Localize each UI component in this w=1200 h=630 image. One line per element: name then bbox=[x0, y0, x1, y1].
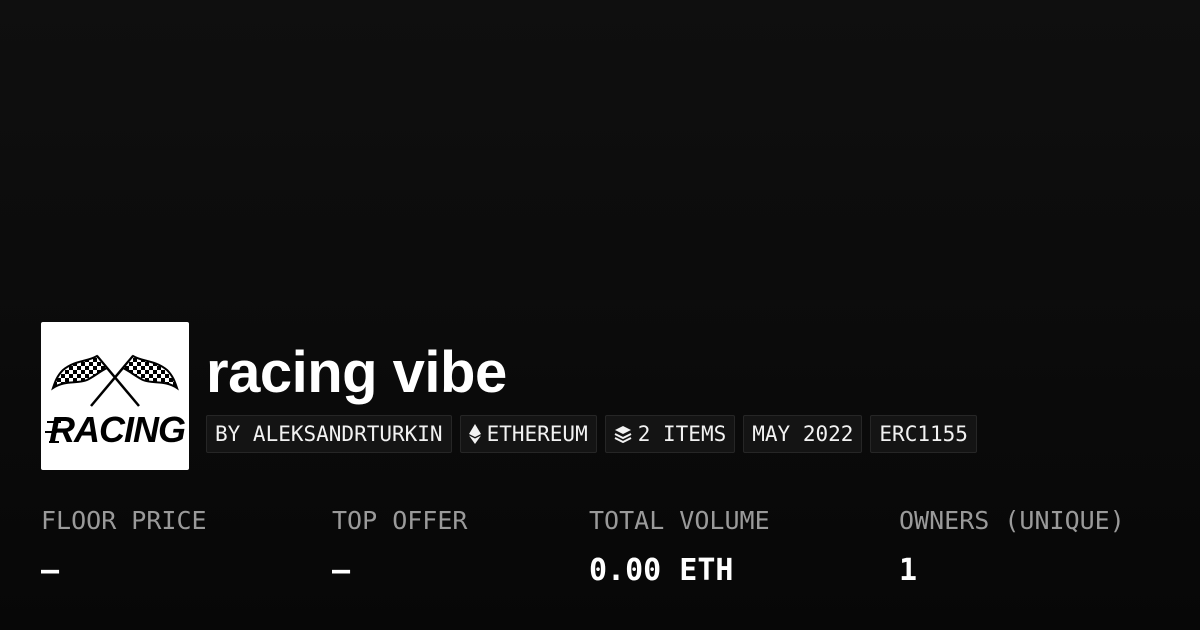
logo-text: RACING bbox=[49, 409, 185, 450]
stat-owners: OWNERS (UNIQUE) 1 bbox=[899, 503, 1125, 591]
tag-creator-label: BY ALEKSANDRTURKIN bbox=[215, 422, 443, 446]
collection-stats: FLOOR PRICE – TOP OFFER – TOTAL VOLUME 0… bbox=[0, 503, 1200, 613]
stat-total-volume: TOTAL VOLUME 0.00 ETH bbox=[589, 503, 770, 591]
tag-items[interactable]: 2 ITEMS bbox=[604, 415, 736, 453]
stat-value: – bbox=[332, 553, 351, 588]
stat-label: TOTAL VOLUME bbox=[589, 506, 770, 535]
racing-checkered-flags-logo: RACING bbox=[45, 354, 186, 450]
stat-value: 0.00 ETH bbox=[589, 553, 734, 588]
tag-date-label: MAY 2022 bbox=[752, 422, 854, 446]
layers-icon bbox=[614, 425, 632, 443]
tag-chain-label: ETHEREUM bbox=[486, 422, 588, 446]
stat-top-offer: TOP OFFER – bbox=[332, 503, 467, 591]
collection-title: racing vibe bbox=[206, 340, 507, 405]
tag-standard-label: ERC1155 bbox=[879, 422, 968, 446]
stat-value: – bbox=[41, 553, 60, 588]
stat-label: FLOOR PRICE bbox=[41, 506, 207, 535]
stat-floor-price: FLOOR PRICE – bbox=[41, 503, 207, 591]
tag-creator[interactable]: BY ALEKSANDRTURKIN bbox=[206, 415, 452, 453]
tag-date[interactable]: MAY 2022 bbox=[743, 415, 863, 453]
ethereum-icon bbox=[468, 424, 481, 444]
collection-logo: RACING bbox=[41, 322, 189, 470]
tag-items-label: 2 ITEMS bbox=[637, 422, 727, 446]
tag-standard[interactable]: ERC1155 bbox=[870, 415, 977, 453]
stat-label: OWNERS (UNIQUE) bbox=[899, 506, 1125, 535]
tag-chain[interactable]: ETHEREUM bbox=[459, 415, 597, 453]
collection-tags: BY ALEKSANDRTURKIN ETHEREUM 2 ITEMS MAY … bbox=[206, 415, 977, 453]
collection-share-card: RACING racing vibe BY ALEKSANDRTURKIN ET… bbox=[0, 0, 1200, 630]
stat-label: TOP OFFER bbox=[332, 506, 468, 535]
stat-value: 1 bbox=[899, 553, 918, 588]
